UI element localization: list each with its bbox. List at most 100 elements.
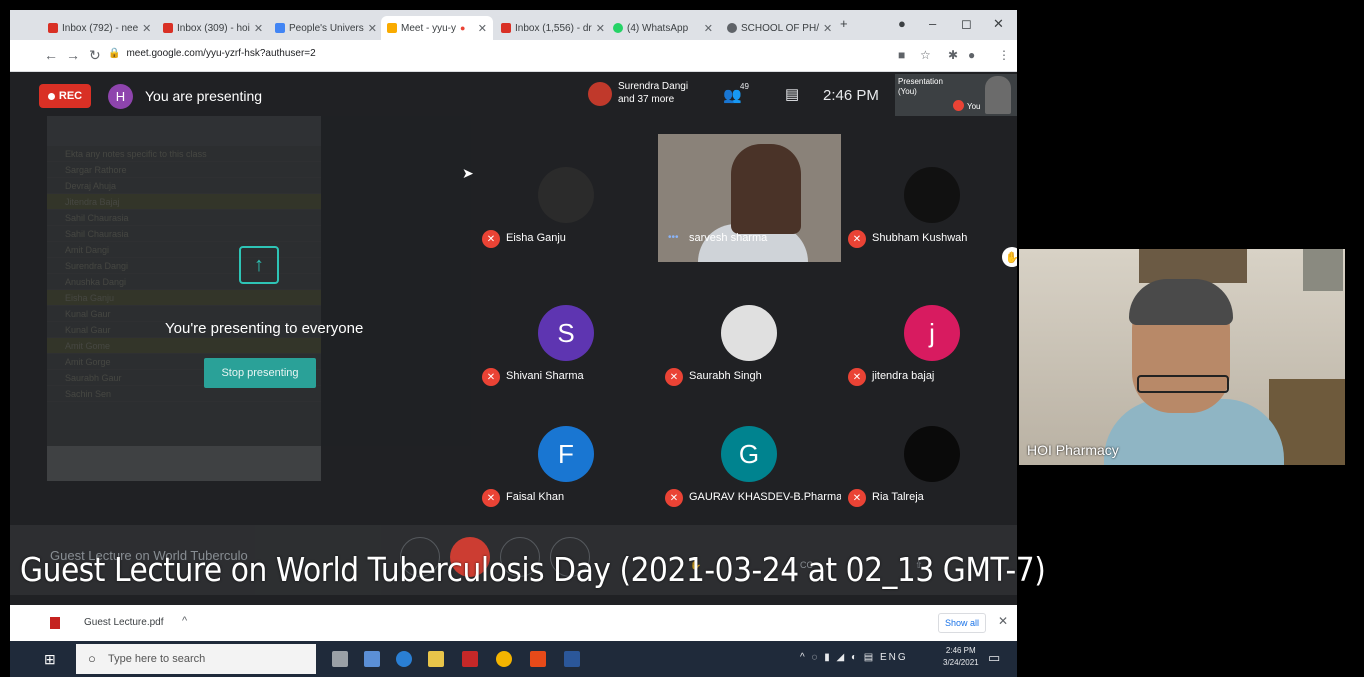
tab-meet[interactable]: Meet - yyu-y ● ✕ <box>381 16 493 40</box>
tab-label: Inbox (1,556) - dr <box>515 22 592 34</box>
participant-summary: Surendra Dangi and 37 more <box>618 80 688 106</box>
close-window-button[interactable]: ✕ <box>993 16 1004 32</box>
new-tab-button[interactable]: + <box>840 16 848 31</box>
back-icon[interactable]: ← <box>44 47 58 63</box>
participant-tile[interactable]: ••• sarvesh sharma <box>658 134 841 262</box>
participant-name: Surendra Dangi <box>618 81 689 92</box>
participant-name: jitendra bajaj <box>872 370 935 382</box>
close-icon[interactable]: ✕ <box>478 22 487 35</box>
participant-tile[interactable]: ✕ Shubham Kushwah <box>841 134 1017 262</box>
star-icon[interactable]: ☆ <box>920 48 931 62</box>
taskbar-clock[interactable]: 2:46 PM 3/24/2021 <box>943 645 979 669</box>
chat-icon[interactable]: ▤ <box>785 85 799 103</box>
recording-badge: REC <box>39 84 91 108</box>
tab-label: Inbox (792) - nee <box>62 22 139 34</box>
wall-frame <box>1139 249 1247 283</box>
tab-label: People's Univers <box>289 22 364 34</box>
avatar <box>538 167 594 223</box>
chevron-up-icon[interactable]: ^ <box>182 615 187 627</box>
task-view-icon[interactable] <box>332 651 348 667</box>
mic-off-icon: ✕ <box>665 368 683 386</box>
menu-icon[interactable]: ⋮ <box>998 48 1010 62</box>
forward-icon[interactable]: → <box>66 47 80 63</box>
close-icon[interactable]: ✕ <box>998 614 1008 628</box>
you-paren-text: (You) <box>898 87 917 96</box>
word-icon[interactable] <box>564 651 580 667</box>
close-icon[interactable]: ✕ <box>596 22 605 35</box>
tab-whatsapp[interactable]: (4) WhatsApp ✕ <box>607 16 719 40</box>
close-icon[interactable]: ✕ <box>823 22 832 35</box>
url-field[interactable]: 🔒 meet.google.com/yyu-yzrf-hsk?authuser=2 <box>108 48 316 59</box>
webcam-overlay: HOI Pharmacy <box>1019 249 1345 465</box>
meet-top-bar: Surendra Dangi and 37 more 👥 49 ▤ 2:46 P… <box>585 72 1017 122</box>
file-explorer-icon[interactable] <box>428 651 444 667</box>
minimize-button[interactable]: – <box>929 16 936 31</box>
edge-icon[interactable] <box>396 651 412 667</box>
tab-inbox-309[interactable]: Inbox (309) - hoi ✕ <box>157 16 267 40</box>
mic-off-icon: ✕ <box>482 230 500 248</box>
participant-name: Shubham Kushwah <box>872 232 968 244</box>
reload-icon[interactable]: ↻ <box>89 47 101 64</box>
participant-tile[interactable]: F ✕ Faisal Khan <box>475 393 658 521</box>
rec-label: REC <box>58 90 83 102</box>
close-icon[interactable]: ✕ <box>368 22 377 35</box>
speaking-dots-icon: ••• <box>668 232 679 243</box>
wall-frame <box>1303 249 1343 291</box>
self-presentation-label: Presentation (You) <box>898 77 943 97</box>
meeting-clock: 2:46 PM <box>823 87 879 104</box>
whatsapp-icon <box>613 23 623 33</box>
people-count: 49 <box>740 82 749 91</box>
url-text: meet.google.com/yyu-yzrf-hsk?authuser=2 <box>126 48 316 59</box>
avatar: H <box>108 84 133 109</box>
pdf-reader-icon[interactable] <box>462 651 478 667</box>
tab-inbox-1556[interactable]: Inbox (1,556) - dr ✕ <box>495 16 605 40</box>
participant-tile[interactable]: ✕ Saurabh Singh <box>658 272 841 400</box>
extensions-icon[interactable]: ✱ <box>948 48 958 62</box>
lang-indicator: ENG <box>880 652 908 663</box>
notifications-icon[interactable]: ▭ <box>988 650 1000 666</box>
close-icon[interactable]: ✕ <box>142 22 151 35</box>
close-icon[interactable]: ✕ <box>254 22 263 35</box>
participant-tile[interactable]: ✕ Ria Talreja <box>841 393 1017 521</box>
avatar: F <box>538 426 594 482</box>
stop-presenting-button[interactable]: Stop presenting <box>204 358 316 388</box>
address-bar: ← → ↻ 🔒 meet.google.com/yyu-yzrf-hsk?auth… <box>10 40 1017 72</box>
self-view-tile[interactable]: Presentation (You) You <box>895 74 1017 116</box>
presenting-message: You're presenting to everyone <box>165 320 364 337</box>
mic-off-icon: ✕ <box>665 489 683 507</box>
download-bar: Guest Lecture.pdf ^ Show all ✕ <box>10 605 1017 641</box>
participant-tile[interactable]: ✕ Eisha Ganju <box>475 134 658 262</box>
participant-more: and 37 more <box>618 94 675 105</box>
search-placeholder: Type here to search <box>108 653 206 665</box>
avatar <box>588 82 612 106</box>
participant-tile[interactable]: S ✕ Shivani Sharma <box>475 272 658 400</box>
mic-off-icon: ✕ <box>848 489 866 507</box>
tab-school[interactable]: SCHOOL OF PH/ ✕ <box>721 16 833 40</box>
participant-tile[interactable]: G ✕ GAURAV KHASDEV-B.Pharma ... <box>658 393 854 521</box>
system-tray[interactable]: ^ ◌ ▮ ◢ ◐ ▤ ENG <box>800 652 908 663</box>
close-icon[interactable]: ✕ <box>704 22 713 35</box>
mic-off-icon <box>953 100 964 111</box>
show-all-button[interactable]: Show all <box>938 613 986 633</box>
raise-hand-icon: ✋ <box>1002 247 1017 267</box>
people-icon[interactable]: 👥 <box>723 86 742 104</box>
maximize-button[interactable]: ◻ <box>961 16 972 32</box>
search-icon: ○ <box>88 651 96 666</box>
recording-dot-icon: ● <box>460 23 466 33</box>
mic-off-icon: ✕ <box>848 368 866 386</box>
tab-inbox-792[interactable]: Inbox (792) - nee ✕ <box>42 16 155 40</box>
tab-peoples-university[interactable]: People's Univers ✕ <box>269 16 379 40</box>
camera-icon[interactable]: ■ <box>898 48 905 62</box>
avatar[interactable]: ● <box>968 48 975 62</box>
taskbar-search-input[interactable]: ○ Type here to search <box>76 644 316 674</box>
participant-tile[interactable]: j ✕ jitendra bajaj <box>841 272 1017 400</box>
mail-icon[interactable] <box>364 651 380 667</box>
windows-start-icon[interactable]: ⊞ <box>44 651 56 668</box>
download-file[interactable]: Guest Lecture.pdf <box>84 617 164 628</box>
chrome-icon[interactable] <box>496 651 512 667</box>
profile-icon[interactable]: ● <box>898 16 906 31</box>
mouse-cursor-icon: ➤ <box>462 165 474 181</box>
clock-date: 3/24/2021 <box>943 658 979 667</box>
globe-icon <box>727 23 737 33</box>
office-icon[interactable] <box>530 651 546 667</box>
